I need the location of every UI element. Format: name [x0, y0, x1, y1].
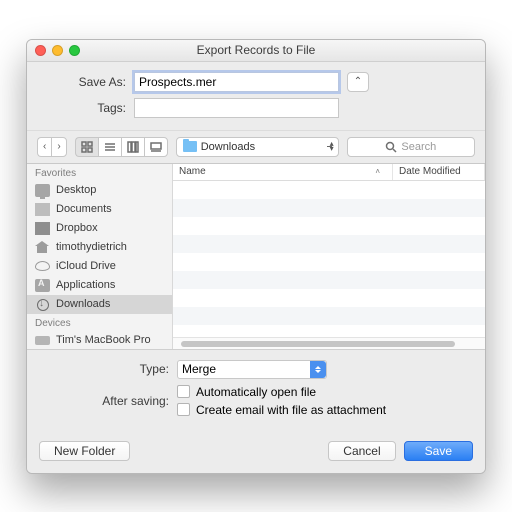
- create-email-checkbox[interactable]: Create email with file as attachment: [177, 403, 386, 417]
- type-select[interactable]: Merge: [177, 360, 327, 379]
- tags-input[interactable]: [134, 98, 339, 118]
- sidebar-item-macbook[interactable]: Tim's MacBook Pro: [27, 331, 172, 349]
- location-popup[interactable]: Downloads ▴▾: [176, 137, 339, 157]
- downloads-icon: [35, 298, 50, 311]
- updown-icon: [310, 361, 326, 378]
- cloud-icon: [35, 261, 50, 271]
- window-title: Export Records to File: [27, 43, 485, 57]
- search-icon: [385, 141, 397, 153]
- location-label: Downloads: [201, 141, 255, 153]
- collapse-button[interactable]: ⌃: [347, 72, 369, 92]
- grid-icon: [81, 141, 93, 153]
- applications-icon: [35, 279, 50, 292]
- icon-view-button[interactable]: [75, 137, 98, 157]
- sidebar-item-desktop[interactable]: Desktop: [27, 181, 172, 200]
- sidebar-item-home[interactable]: timothydietrich: [27, 238, 172, 257]
- nav-back-forward[interactable]: ‹ ›: [37, 137, 67, 157]
- save-button[interactable]: Save: [404, 441, 473, 461]
- search-input[interactable]: Search: [347, 137, 475, 157]
- column-name[interactable]: Name ˄: [173, 164, 393, 180]
- chevron-left-icon: ‹: [43, 141, 46, 152]
- sidebar-item-downloads[interactable]: Downloads: [27, 295, 172, 314]
- devices-header: Devices: [27, 314, 172, 331]
- auto-open-checkbox[interactable]: Automatically open file: [177, 385, 386, 399]
- coverflow-view-button[interactable]: [144, 137, 168, 157]
- checkbox-icon: [177, 403, 190, 416]
- chevron-up-icon: ⌃: [354, 76, 362, 87]
- view-mode-group[interactable]: [75, 137, 168, 157]
- column-date[interactable]: Date Modified: [393, 164, 485, 180]
- save-as-input[interactable]: [134, 72, 339, 92]
- export-dialog: Export Records to File Save As: ⌃ Tags: …: [26, 39, 486, 474]
- sidebar-item-documents[interactable]: Documents: [27, 200, 172, 219]
- column-view-button[interactable]: [121, 137, 144, 157]
- updown-icon: ▴▾: [330, 141, 334, 151]
- home-icon: [35, 241, 50, 254]
- sidebar: Favorites Desktop Documents Dropbox timo…: [27, 164, 173, 349]
- list-icon: [104, 141, 116, 153]
- sort-asc-icon: ˄: [375, 167, 380, 176]
- dropbox-icon: [35, 222, 50, 235]
- folder-icon: [183, 141, 197, 152]
- cancel-button[interactable]: Cancel: [328, 441, 395, 461]
- gallery-icon: [150, 141, 162, 153]
- after-saving-label: After saving:: [39, 394, 177, 408]
- save-as-label: Save As:: [39, 75, 134, 89]
- columns-icon: [127, 141, 139, 153]
- sidebar-item-applications[interactable]: Applications: [27, 276, 172, 295]
- titlebar: Export Records to File: [27, 40, 485, 62]
- new-folder-button[interactable]: New Folder: [39, 441, 130, 461]
- checkbox-icon: [177, 385, 190, 398]
- file-browser: Name ˄ Date Modified: [173, 164, 485, 349]
- list-view-button[interactable]: [98, 137, 121, 157]
- chevron-right-icon: ›: [57, 141, 60, 152]
- file-list[interactable]: [173, 181, 485, 337]
- type-label: Type:: [39, 362, 177, 376]
- sidebar-item-icloud[interactable]: iCloud Drive: [27, 257, 172, 276]
- desktop-icon: [35, 184, 50, 197]
- tags-label: Tags:: [39, 101, 134, 115]
- favorites-header: Favorites: [27, 164, 172, 181]
- horizontal-scrollbar[interactable]: [173, 337, 485, 349]
- laptop-icon: [35, 336, 50, 345]
- sidebar-item-dropbox[interactable]: Dropbox: [27, 219, 172, 238]
- documents-icon: [35, 203, 50, 216]
